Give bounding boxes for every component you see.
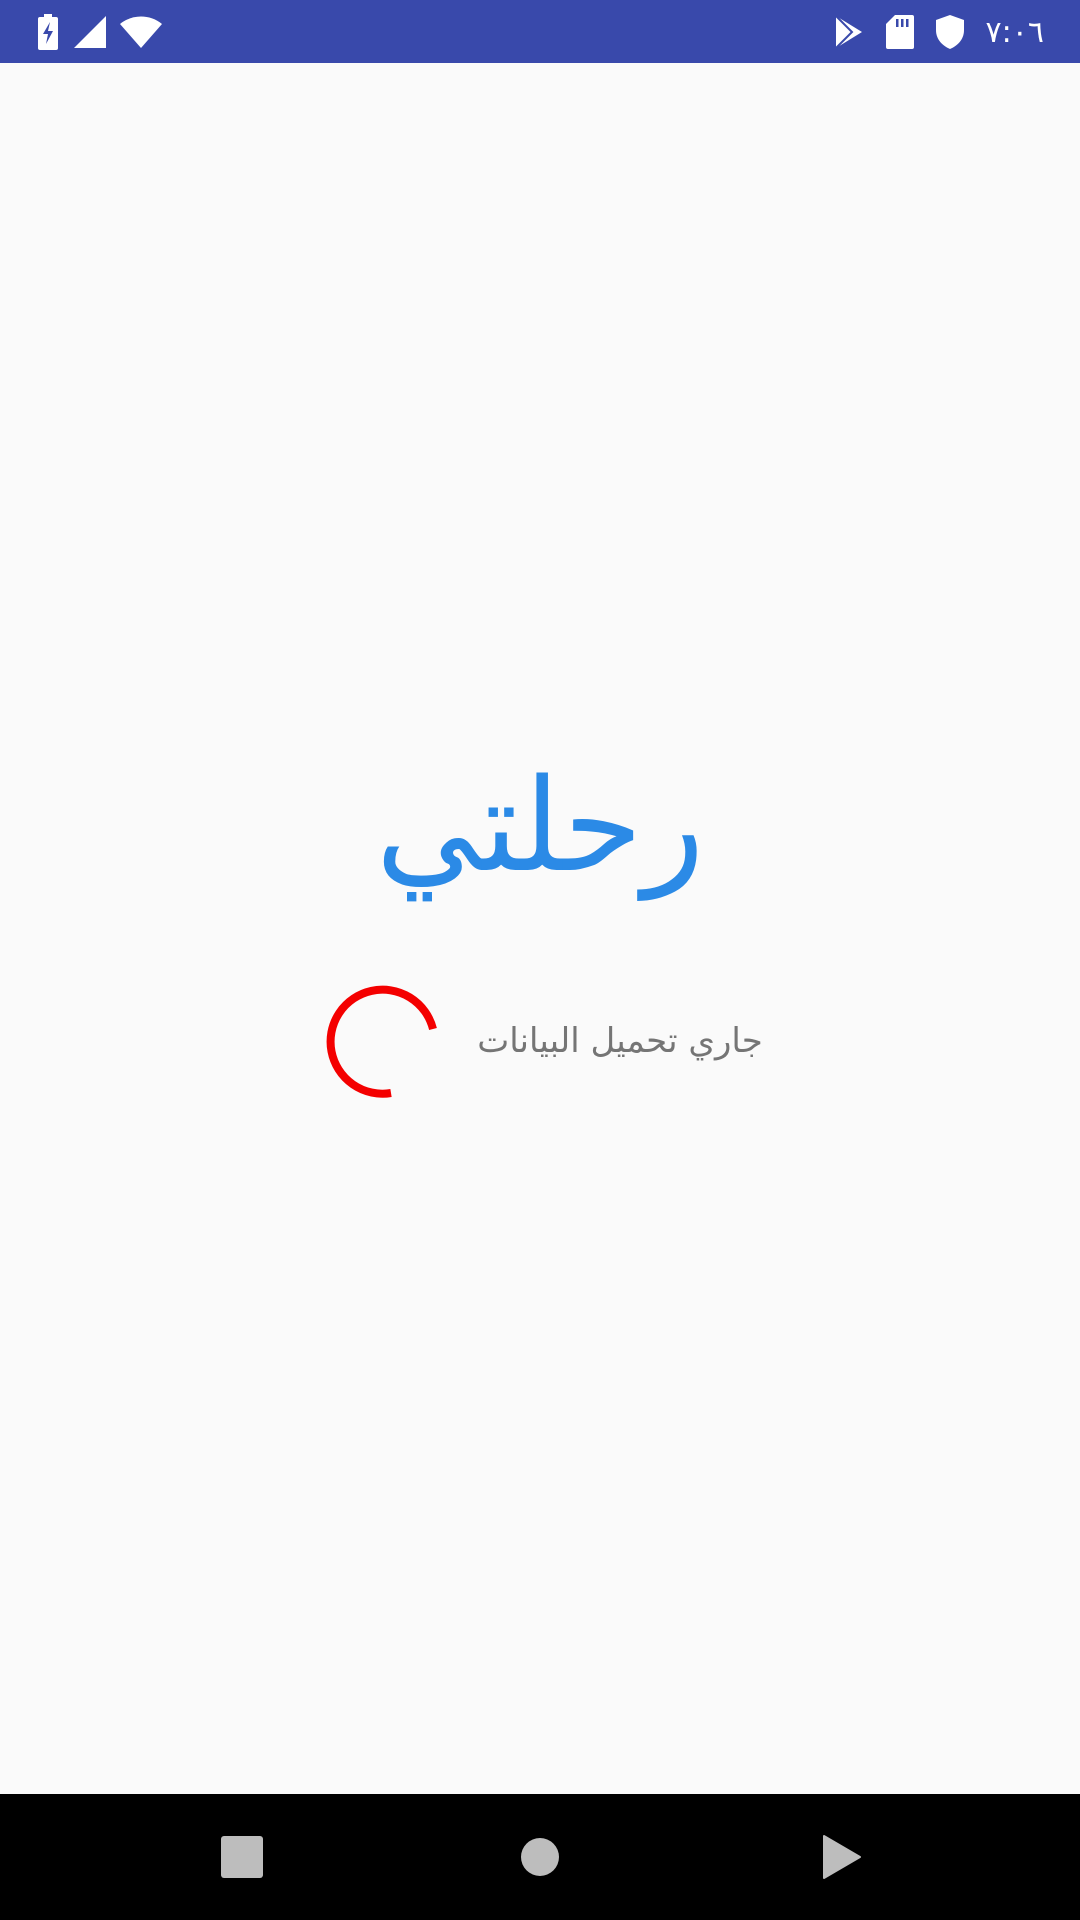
play-store-icon xyxy=(834,15,864,49)
loading-spinner-icon xyxy=(325,985,440,1100)
back-button[interactable] xyxy=(812,1827,872,1887)
status-time: ٧:٠٦ xyxy=(985,14,1044,50)
loading-row: جاري تحميل البيانات xyxy=(0,983,1080,1113)
triangle-icon xyxy=(822,1834,862,1880)
shield-icon xyxy=(935,15,964,49)
recents-button[interactable] xyxy=(212,1827,272,1887)
navigation-bar xyxy=(0,1794,1080,1920)
signal-icon xyxy=(74,16,106,48)
status-left-icons xyxy=(36,12,162,52)
wifi-icon xyxy=(120,16,162,48)
square-icon xyxy=(221,1836,263,1878)
status-right-icons: ٧:٠٦ xyxy=(834,12,1044,52)
app-title: رحلتي xyxy=(375,752,705,901)
sd-card-icon xyxy=(885,15,914,49)
circle-icon xyxy=(520,1837,560,1877)
battery-charging-icon xyxy=(36,14,60,50)
status-bar: ٧:٠٦ xyxy=(0,0,1080,63)
loading-text: جاري تحميل البيانات xyxy=(477,1021,763,1061)
home-button[interactable] xyxy=(510,1827,570,1887)
splash-screen: رحلتي جاري تحميل البيانات xyxy=(0,63,1080,1794)
